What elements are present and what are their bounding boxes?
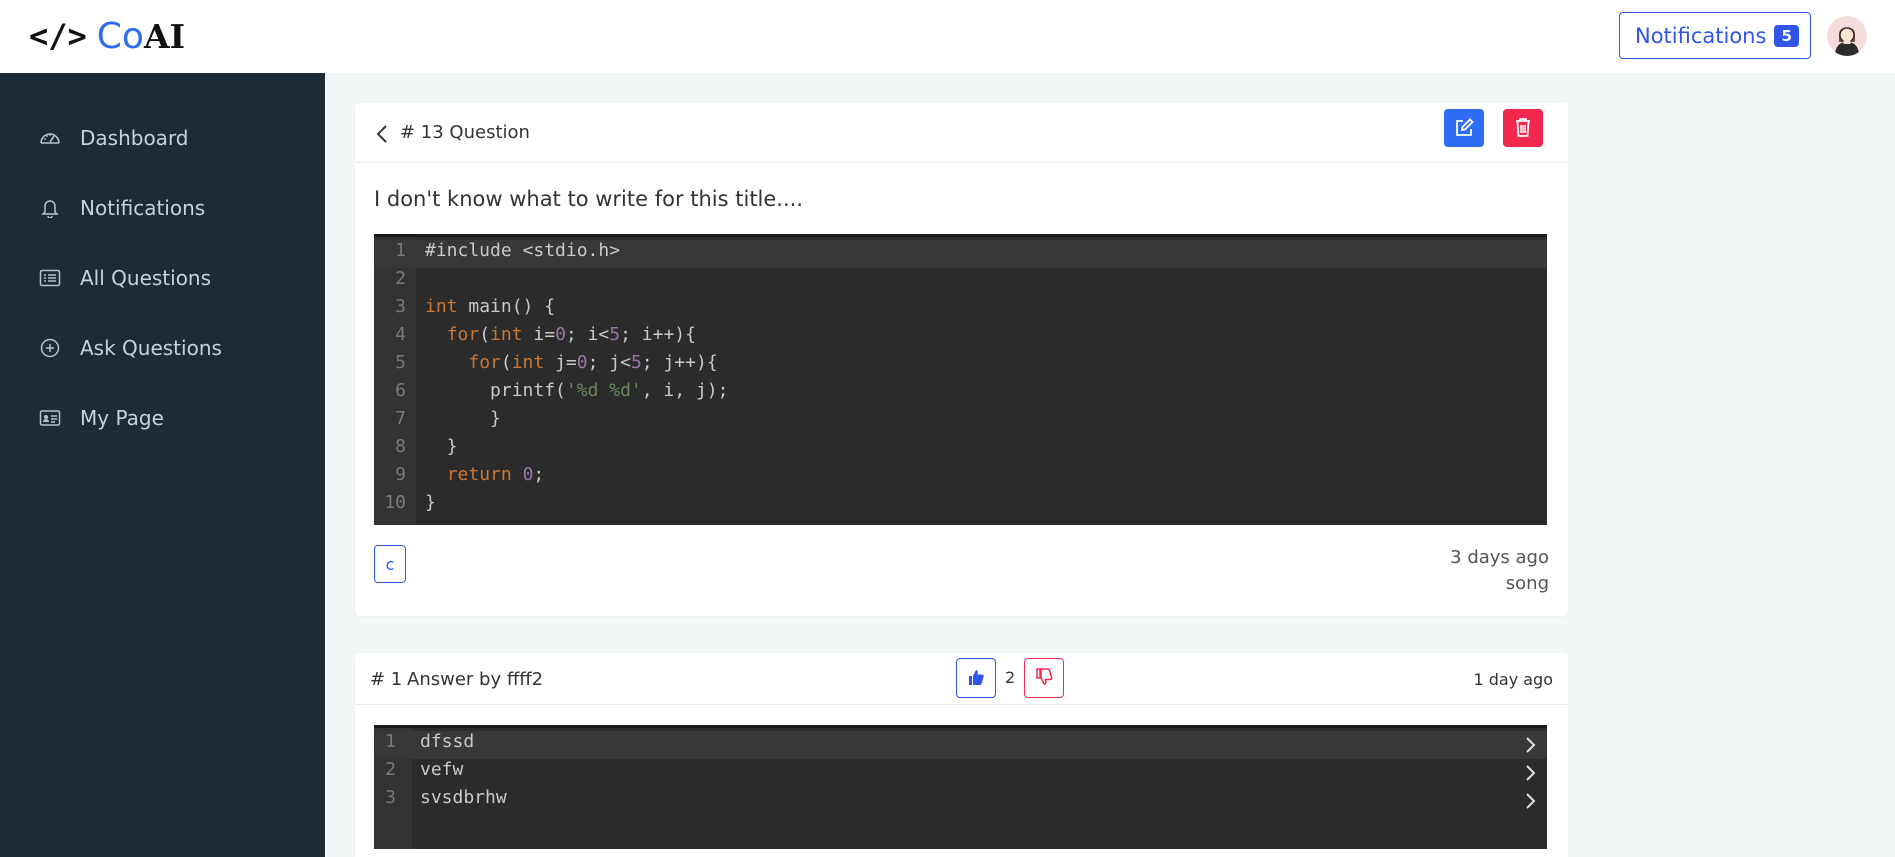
avatar[interactable] (1827, 16, 1867, 56)
sidebar-item-dashboard[interactable]: Dashboard (0, 113, 325, 163)
id-card-icon (39, 410, 61, 426)
top-header: </> Co AI Notifications 5 (0, 0, 1895, 73)
chevron-right-icon[interactable] (1525, 792, 1537, 810)
sidebar-item-label: All Questions (80, 266, 212, 290)
thumbs-down-icon (1036, 668, 1053, 685)
answer-code-editor[interactable]: 1 dfssd 2 vefw 3 svsdbrhw (374, 725, 1547, 849)
line-number: 3 (385, 787, 396, 808)
bell-icon (41, 200, 59, 218)
question-time: 3 days ago (1450, 547, 1549, 568)
delete-button[interactable] (1503, 109, 1543, 147)
code-line: 2 (374, 268, 1547, 296)
sidebar: Dashboard Notifications All Questions As… (0, 73, 325, 857)
code-line: 4 for(int i=0; i<5; i++){ (374, 324, 1547, 352)
code-text: int main() { (425, 296, 556, 317)
code-line: 10 } (374, 492, 1547, 520)
code-line: 8 } (374, 436, 1547, 464)
code-line: 5 for(int j=0; j<5; j++){ (374, 352, 1547, 380)
line-number: 2 (385, 759, 396, 780)
code-text: return 0; (446, 464, 545, 485)
code-text: } (425, 492, 436, 513)
code-text: for(int i=0; i<5; i++){ (446, 324, 696, 345)
sidebar-item-label: Notifications (80, 196, 206, 220)
line-number: 1 (395, 240, 406, 261)
like-button[interactable] (956, 658, 996, 698)
notifications-button-label: Notifications (1635, 23, 1767, 48)
code-line: 1 #include <stdio.h> (374, 240, 1547, 268)
answer-number: # 1 (370, 669, 403, 690)
question-header: # 13 Question (355, 103, 1568, 163)
line-number: 6 (395, 380, 406, 401)
sidebar-item-notifications[interactable]: Notifications (0, 183, 325, 233)
chevron-right-icon[interactable] (1525, 736, 1537, 754)
answer-header: # 1 Answer by ffff2 2 1 day ago (355, 653, 1568, 705)
code-line: 3 svsdbrhw (374, 787, 1547, 815)
edit-button[interactable] (1444, 109, 1484, 147)
code-text: svsdbrhw (420, 787, 507, 808)
question-author[interactable]: song (1506, 573, 1549, 594)
list-icon (39, 269, 61, 287)
line-number: 7 (395, 408, 406, 429)
code-line: 9 return 0; (374, 464, 1547, 492)
notifications-button[interactable]: Notifications 5 (1619, 12, 1811, 59)
sidebar-item-label: Dashboard (80, 126, 189, 150)
tag-badge[interactable]: c (374, 545, 406, 583)
trash-icon (1516, 118, 1530, 137)
dislike-button[interactable] (1024, 658, 1064, 698)
logo-ai: AI (143, 16, 186, 56)
code-text: vefw (420, 759, 464, 780)
line-number: 2 (395, 268, 406, 289)
line-number: 5 (395, 352, 406, 373)
code-line: 6 printf('%d %d', i, j); (374, 380, 1547, 408)
question-number: # 13 Question (400, 122, 530, 143)
like-count: 2 (1005, 668, 1016, 687)
line-number: 3 (395, 296, 406, 317)
line-number: 10 (384, 492, 406, 513)
plus-circle-icon (40, 338, 60, 358)
answer-time: 1 day ago (1473, 670, 1553, 689)
sidebar-item-my-page[interactable]: My Page (0, 393, 325, 443)
code-text: for(int j=0; j<5; j++){ (468, 352, 718, 373)
question-code-editor[interactable]: 1 #include <stdio.h> 2 3 int main() { 4 … (374, 234, 1547, 525)
code-text: } (425, 436, 458, 457)
line-number: 4 (395, 324, 406, 345)
gauge-icon (40, 133, 60, 144)
logo-co: Co (96, 15, 144, 57)
answer-card: # 1 Answer by ffff2 2 1 day ago 1 dfssd … (355, 653, 1568, 857)
code-text: printf('%d %d', i, j); (425, 380, 729, 401)
code-text: dfssd (420, 731, 475, 752)
thumbs-up-icon (969, 670, 984, 685)
answer-author: Answer by ffff2 (407, 669, 544, 690)
edit-icon (1456, 118, 1474, 136)
notifications-count-badge: 5 (1774, 24, 1799, 47)
sidebar-item-all-questions[interactable]: All Questions (0, 253, 325, 303)
code-line: 2 vefw (374, 759, 1547, 787)
app-logo[interactable]: </> Co AI (29, 14, 185, 58)
logo-code-symbol: </> (29, 17, 87, 55)
line-number: 8 (395, 436, 406, 457)
sidebar-item-label: My Page (80, 406, 164, 430)
question-title: I don't know what to write for this titl… (374, 187, 804, 211)
code-line: 1 dfssd (374, 731, 1547, 759)
code-text: } (425, 408, 501, 429)
line-number: 1 (385, 731, 396, 752)
sidebar-item-ask-questions[interactable]: Ask Questions (0, 323, 325, 373)
chevron-right-icon[interactable] (1525, 764, 1537, 782)
sidebar-item-label: Ask Questions (80, 336, 222, 360)
user-avatar-icon (1827, 16, 1867, 56)
code-text: #include <stdio.h> (425, 240, 621, 261)
question-card: # 13 Question I don't know what to write… (355, 103, 1568, 616)
line-number: 9 (395, 464, 406, 485)
code-line: 3 int main() { (374, 296, 1547, 324)
code-line: 7 } (374, 408, 1547, 436)
chevron-left-icon[interactable] (373, 123, 393, 145)
